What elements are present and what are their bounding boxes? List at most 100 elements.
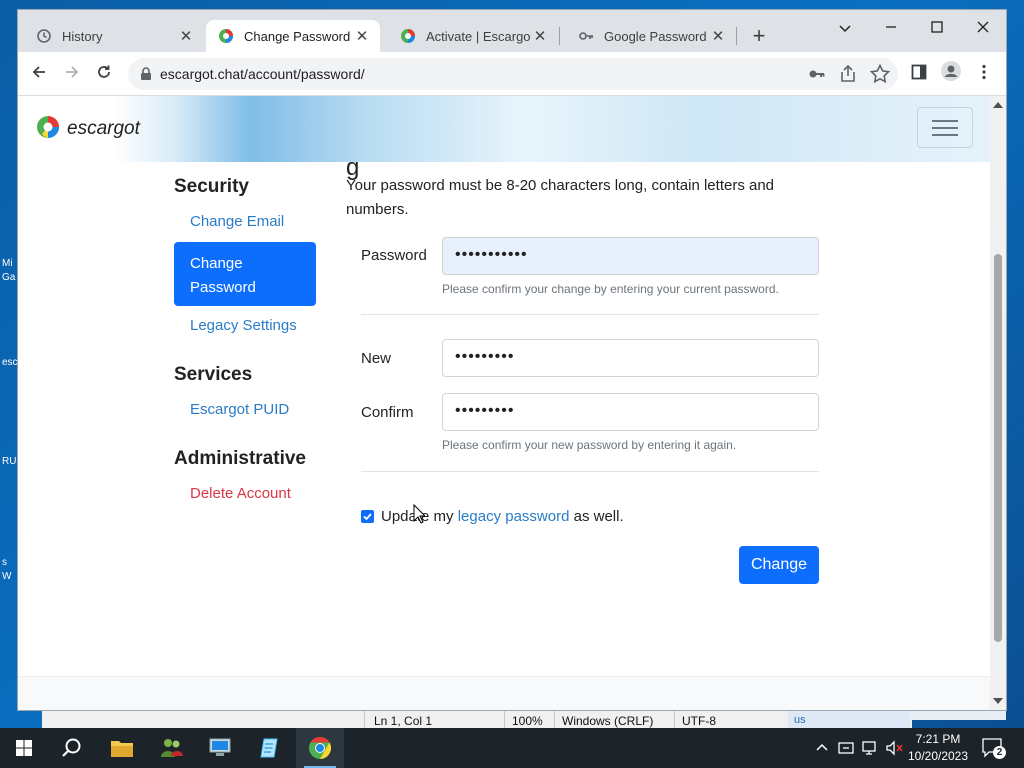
browser-window: History ✕ Change Password - / ✕ Activate… (18, 10, 1006, 710)
monitor-icon (209, 738, 231, 756)
tab-search-button[interactable] (822, 14, 868, 44)
sidebar-item-delete-account[interactable]: Delete Account (190, 485, 291, 502)
users-icon (161, 739, 183, 757)
page-footer (18, 676, 990, 710)
close-icon (977, 21, 989, 33)
clock-time: 7:21 PM (915, 732, 961, 746)
network-icon[interactable] (862, 740, 878, 756)
forward-button[interactable] (59, 61, 85, 87)
desktop-icon-label: Ga (2, 272, 16, 283)
search-button[interactable] (48, 728, 96, 768)
taskbar-file-explorer[interactable] (98, 728, 146, 768)
lock-icon (141, 67, 151, 80)
sidebar-item-change-password[interactable]: Change Password (174, 242, 316, 306)
brand-name[interactable]: escargot (67, 118, 140, 140)
scroll-up-arrow[interactable] (993, 102, 1003, 108)
arrow-left-icon (32, 66, 45, 78)
key-icon (579, 32, 593, 40)
legacy-password-checkbox[interactable] (361, 510, 374, 523)
security-tray-icon[interactable] (838, 740, 854, 756)
share-icon[interactable] (836, 62, 860, 86)
close-icon[interactable]: ✕ (708, 27, 728, 45)
tab-label: Activate | Escargot | E (426, 28, 530, 44)
close-window-button[interactable] (960, 14, 1006, 44)
tab-label: Change Password - / (244, 28, 352, 44)
menu-button[interactable] (971, 61, 997, 87)
side-panel-button[interactable] (906, 61, 932, 87)
url-text: escargot.chat/account/password/ (160, 66, 365, 82)
back-button[interactable] (26, 61, 52, 87)
notification-badge: 2 (993, 746, 1006, 759)
sidebar-heading-administrative: Administrative (174, 448, 306, 469)
sidebar-item-change-email[interactable]: Change Email (190, 213, 284, 230)
change-button[interactable]: Change (739, 546, 819, 584)
scroll-thumb[interactable] (994, 254, 1002, 642)
hamburger-menu-button[interactable] (917, 107, 973, 148)
close-icon[interactable]: ✕ (176, 27, 196, 45)
chevron-down-icon (839, 25, 851, 33)
legacy-password-link[interactable]: legacy password (458, 508, 570, 525)
sidebar-item-legacy-settings[interactable]: Legacy Settings (190, 317, 297, 334)
tab-history[interactable]: History ✕ (18, 20, 204, 52)
scroll-down-arrow[interactable] (993, 698, 1003, 704)
taskbar-notepad[interactable] (246, 728, 294, 768)
sidebar-heading-security: Security (174, 176, 249, 197)
notification-center-button[interactable]: 2 (980, 736, 1006, 760)
browser-toolbar: escargot.chat/account/password/ (18, 52, 1006, 96)
confirm-password-field[interactable]: ••••••••• (442, 393, 819, 431)
reload-icon (98, 65, 110, 78)
escargot-favicon (401, 29, 415, 43)
divider (361, 314, 819, 315)
current-password-field[interactable]: ••••••••••• (442, 237, 819, 275)
desktop-icon-label: RU (2, 456, 17, 467)
reload-button[interactable] (91, 61, 117, 87)
sidebar-item-escargot-puid[interactable]: Escargot PUID (190, 401, 289, 418)
close-icon[interactable]: ✕ (352, 27, 372, 45)
start-button[interactable] (0, 728, 48, 768)
minimize-icon (886, 26, 896, 28)
tab-change-password[interactable]: Change Password - / ✕ (206, 20, 380, 52)
star-icon[interactable] (868, 62, 892, 86)
chevron-up-icon[interactable] (816, 743, 828, 751)
volume-muted-icon[interactable] (886, 740, 904, 756)
desktop-icon-label: esc (2, 357, 18, 368)
taskbar-chrome[interactable] (296, 728, 344, 768)
profile-button[interactable] (938, 61, 964, 87)
new-password-field[interactable]: ••••••••• (442, 339, 819, 377)
page-scrollbar[interactable] (990, 96, 1006, 710)
checkmark-icon (363, 513, 372, 521)
password-requirements: Your password must be 8-20 characters lo… (346, 177, 775, 218)
chrome-icon (309, 737, 331, 759)
taskbar-remote-desktop[interactable] (196, 728, 244, 768)
notepad-status-bar: Ln 1, Col 1 100% Windows (CRLF) UTF-8 (42, 710, 912, 731)
desktop-icon-label: W (2, 571, 12, 582)
escargot-logo[interactable] (36, 114, 60, 142)
tab-label: History (62, 28, 103, 44)
taskbar-users-app[interactable] (148, 728, 196, 768)
minimize-button[interactable] (868, 14, 914, 44)
confirm-help: Please confirm your new password by ente… (442, 438, 737, 452)
maximize-button[interactable] (914, 14, 960, 44)
taskbar: 7:21 PM 10/20/2023 2 (0, 728, 1024, 768)
zoom-level: 100% (512, 714, 543, 728)
page-content: g escargot Security Change Email Change … (18, 96, 990, 710)
search-icon (62, 738, 81, 757)
encoding: UTF-8 (682, 714, 716, 728)
escargot-favicon (219, 29, 233, 43)
mouse-cursor-icon (413, 504, 425, 524)
close-icon[interactable]: ✕ (530, 27, 550, 45)
sidebar-heading-services: Services (174, 364, 253, 385)
address-bar[interactable]: escargot.chat/account/password/ (128, 58, 898, 90)
new-tab-button[interactable]: + (746, 24, 772, 50)
password-label: Password (361, 247, 427, 264)
key-icon[interactable] (804, 62, 828, 86)
windows-logo-icon (16, 740, 32, 756)
confirm-password-label: Confirm (361, 404, 414, 421)
site-navbar: escargot (18, 96, 990, 162)
folder-icon (111, 741, 133, 757)
system-clock[interactable]: 7:21 PM 10/20/2023 (906, 731, 970, 765)
divider (361, 471, 819, 472)
line-endings: Windows (CRLF) (562, 714, 654, 728)
tab-activate[interactable]: Activate | Escargot | E ✕ (382, 20, 558, 52)
tab-password-manager[interactable]: Google Password Ma ✕ (560, 20, 736, 52)
